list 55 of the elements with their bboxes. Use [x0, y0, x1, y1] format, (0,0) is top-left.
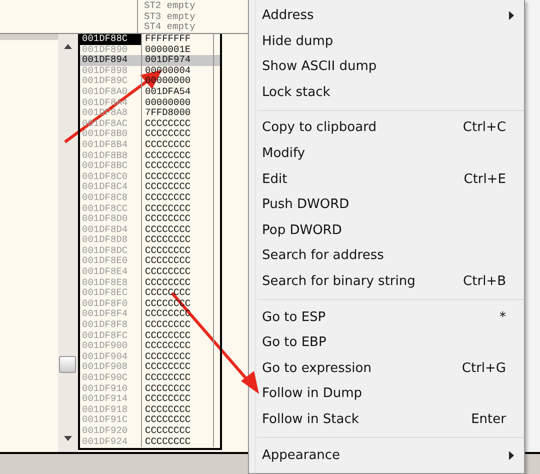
scroll-down-icon[interactable]: [64, 436, 72, 441]
menu-item[interactable]: Address: [249, 3, 524, 29]
scroll-up-icon[interactable]: [64, 44, 72, 49]
stack-row[interactable]: 001DF8F4 CCCCCCCC: [80, 309, 220, 320]
stack-row[interactable]: 001DF8B0 CCCCCCCC: [80, 129, 220, 140]
stack-row[interactable]: 001DF904 CCCCCCCC: [80, 352, 220, 362]
stack-row[interactable]: 001DF8E0 CCCCCCCC: [80, 256, 220, 268]
menu-item[interactable]: Hide dump: [249, 28, 524, 54]
stack-row[interactable]: 001DF910 CCCCCCCC: [80, 384, 220, 394]
menu-item[interactable]: Appearance: [249, 442, 524, 468]
menu-item[interactable]: Go to expression Ctrl+G: [249, 356, 524, 382]
menu-item[interactable]: Lock stack: [249, 80, 524, 106]
stack-row[interactable]: 001DF8EC CCCCCCCC: [80, 288, 220, 299]
stack-row[interactable]: 001DF8C8 CCCCCCCC: [80, 192, 220, 204]
stack-row[interactable]: 001DF8F8 CCCCCCCC: [80, 320, 220, 331]
stack-row[interactable]: 001DF8D4 CCCCCCCC: [80, 224, 220, 236]
stack-row[interactable]: 001DF8BC CCCCCCCC: [80, 161, 220, 172]
stack-row[interactable]: 001DF8C0 CCCCCCCC: [80, 172, 220, 182]
menu-item[interactable]: Push DWORD: [249, 192, 524, 218]
menu-item[interactable]: Pop DWORD: [249, 218, 524, 244]
stack-row[interactable]: 001DF91C CCCCCCCC: [80, 415, 220, 426]
stack-row[interactable]: 001DF8B4 CCCCCCCC: [80, 140, 220, 151]
menu-item[interactable]: Go to ESP *: [249, 304, 524, 330]
stack-row[interactable]: 001DF8CC CCCCCCCC: [80, 204, 220, 214]
stack-row[interactable]: 001DF90C CCCCCCCC: [80, 373, 220, 384]
stack-row[interactable]: 001DF900 CCCCCCCC: [80, 341, 220, 352]
stack-row[interactable]: 001DF88C FFFFFFFF: [80, 34, 220, 45]
menu-item[interactable]: Copy to clipboard Ctrl+C: [249, 115, 524, 141]
stack-row[interactable]: 001DF914 CCCCCCCC: [80, 394, 220, 405]
stack-row[interactable]: 001DF8C4 CCCCCCCC: [80, 182, 220, 193]
scroll-thumb[interactable]: [59, 356, 76, 373]
stack-row[interactable]: 001DF894 001DF974: [80, 55, 220, 66]
fpu-register-line: ST2 empty: [144, 1, 196, 12]
stack-row[interactable]: 001DF920 CCCCCCCC: [80, 426, 220, 437]
stack-row[interactable]: 001DF8E4 CCCCCCCC: [80, 267, 220, 278]
scrollbar[interactable]: [58, 34, 78, 452]
stack-row[interactable]: 001DF8DC CCCCCCCC: [80, 246, 220, 256]
stack-row[interactable]: 001DF8FC CCCCCCCC: [80, 330, 220, 342]
menu-item[interactable]: Show ASCII dump: [249, 54, 524, 80]
fpu-register-line: ST4 empty: [144, 22, 196, 32]
menu-item[interactable]: Search for address: [249, 243, 524, 269]
stack-row[interactable]: 001DF8D0 CCCCCCCC: [80, 214, 220, 225]
menu-item[interactable]: Modify: [249, 140, 524, 167]
stack-row[interactable]: 001DF8D8 CCCCCCCC: [80, 235, 220, 246]
stack-row[interactable]: 001DF924 CCCCCCCC: [80, 436, 220, 448]
menu-item[interactable]: Search for binary string Ctrl+B: [249, 268, 524, 295]
stack-row[interactable]: 001DF918 CCCCCCCC: [80, 404, 220, 416]
stack-row[interactable]: 001DF908 CCCCCCCC: [80, 362, 220, 373]
fpu-register-line: ST3 empty: [144, 12, 196, 22]
stack-row[interactable]: 001DF8E8 CCCCCCCC: [80, 278, 220, 288]
stack-row[interactable]: 001DF8B8 CCCCCCCC: [80, 150, 220, 162]
menu-item[interactable]: Go to EBP: [249, 330, 524, 356]
menu-item[interactable]: Follow in Dump: [249, 381, 524, 407]
menu-item[interactable]: Follow in Stack Enter: [249, 406, 524, 432]
menu-item[interactable]: Edit Ctrl+E: [249, 166, 524, 192]
